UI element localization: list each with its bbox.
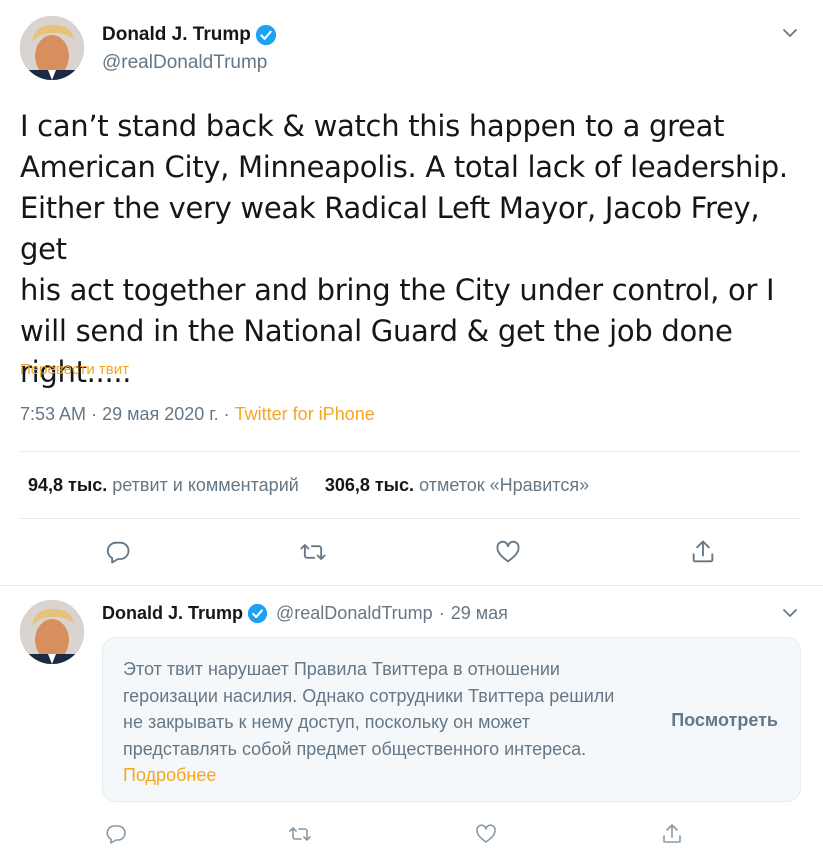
reply-icon[interactable] [104,538,132,566]
chevron-down-icon[interactable] [781,604,799,622]
notice-message: Этот твит нарушает Правила Твиттера в от… [123,659,615,759]
tweet-source-link[interactable]: Twitter for iPhone [235,404,375,424]
view-tweet-button[interactable]: Посмотреть [671,710,778,731]
tweet-text-line: Either the very weak Radical Left Mayor,… [20,191,760,266]
tweet-date[interactable]: 29 мая 2020 г. [102,404,219,424]
share-icon[interactable] [689,538,717,566]
header-separator: · [438,603,445,623]
meta-separator: · [223,404,235,424]
retweets-count: 94,8 тыс. [28,474,108,495]
author-name[interactable]: Donald J. Trump [102,24,251,46]
retweet-icon[interactable] [288,822,312,846]
likes-label: отметок «Нравится» [419,474,590,495]
tweet-text-line: will send in the National Guard & get th… [20,314,733,348]
tweet-text-line: American City, Minneapolis. A total lack… [20,150,788,184]
tweet-text-line: his act together and bring the City unde… [20,273,775,307]
verified-badge-icon [255,24,277,46]
second-tweet-header: Donald J. Trump @realDonaldTrump · 29 ма… [102,603,508,624]
learn-more-link[interactable]: Подробнее [123,765,216,785]
tweet-stats: 94,8 тыс. ретвит и комментарий 306,8 тыс… [20,451,801,519]
heart-icon[interactable] [474,822,498,846]
tweet-actions [0,538,823,568]
avatar-image [20,600,84,664]
reply-icon[interactable] [104,822,128,846]
tweet-text-line: I can’t stand back & watch this happen t… [20,109,725,143]
translate-tweet-link[interactable]: Перевести твит [20,361,129,378]
chevron-down-icon[interactable] [781,24,799,42]
tweet-meta: 7:53 AM · 29 мая 2020 г. · Twitter for i… [20,404,375,425]
likes-stat[interactable]: 306,8 тыс. отметок «Нравится» [325,475,589,496]
avatar[interactable] [20,16,84,80]
share-icon[interactable] [660,822,684,846]
heart-icon[interactable] [494,538,522,566]
avatar-image [20,16,84,80]
author-name[interactable]: Donald J. Trump [102,603,243,624]
tweet-date[interactable]: 29 мая [451,603,508,624]
avatar[interactable] [20,600,84,664]
retweets-stat[interactable]: 94,8 тыс. ретвит и комментарий [28,475,299,496]
notice-text: Этот твит нарушает Правила Твиттера в от… [123,656,623,789]
author-handle[interactable]: @realDonaldTrump [102,52,277,74]
tweet-text: I can’t stand back & watch this happen t… [20,106,805,393]
retweet-icon[interactable] [299,538,327,566]
tweet-actions [0,822,823,852]
main-tweet: Donald J. Trump @realDonaldTrump I can’t… [0,0,823,586]
tweet-time[interactable]: 7:53 AM [20,404,86,424]
author-block: Donald J. Trump @realDonaldTrump [102,24,277,74]
author-handle[interactable]: @realDonaldTrump [276,603,433,624]
rules-violation-notice: Этот твит нарушает Правила Твиттера в от… [102,637,801,802]
verified-badge-icon [247,603,268,624]
likes-count: 306,8 тыс. [324,474,415,495]
retweets-label: ретвит и комментарий [112,474,299,495]
tweet-text-line: right..... [20,355,132,389]
